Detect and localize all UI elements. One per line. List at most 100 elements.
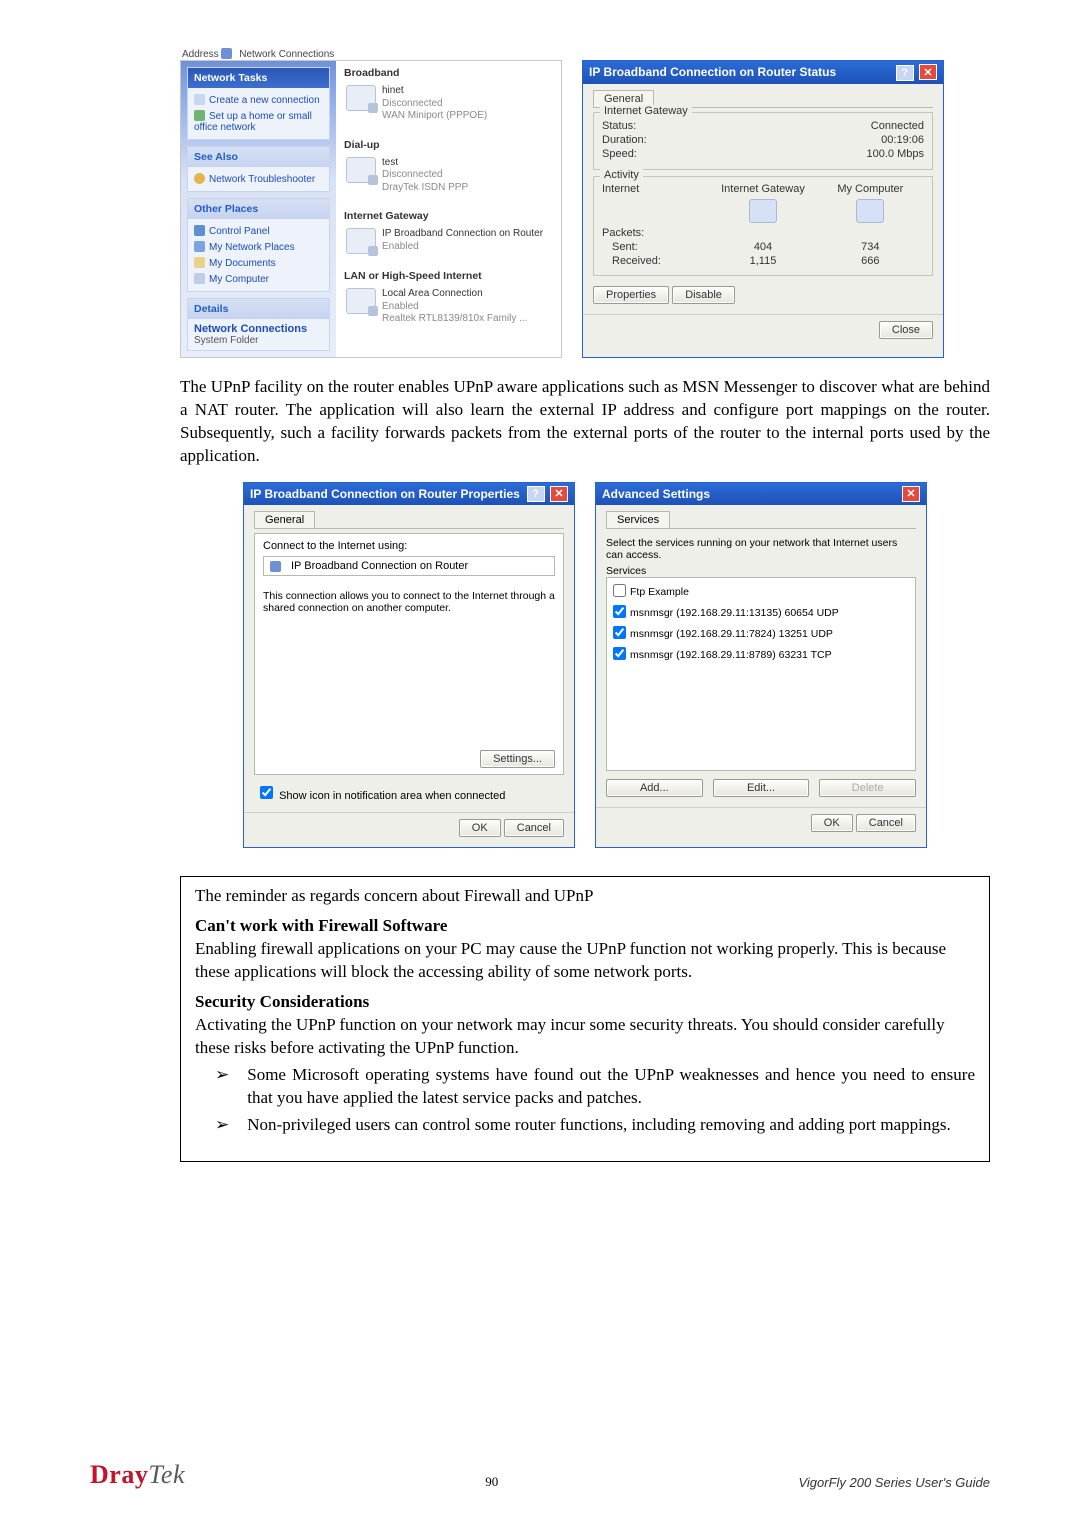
close-button[interactable]: Close: [879, 321, 933, 339]
close-icon[interactable]: ✕: [550, 486, 568, 502]
legend-ig: Internet Gateway: [600, 105, 692, 117]
group-internet-gateway: Internet Gateway Status:Connected Durati…: [593, 112, 933, 170]
recv-ig: 1,115: [709, 255, 816, 267]
group-activity: Activity Internet Internet Gateway My Co…: [593, 176, 933, 276]
netconn-icon: [221, 48, 232, 59]
sent-label: Sent:: [602, 241, 709, 253]
properties-button[interactable]: Properties: [593, 286, 669, 304]
close-icon[interactable]: ✕: [919, 64, 937, 80]
service-row[interactable]: msnmsgr (192.168.29.11:8789) 63231 TCP: [609, 643, 913, 664]
ok-button[interactable]: OK: [811, 814, 853, 832]
ok-button[interactable]: OK: [459, 819, 501, 837]
guide-name: VigorFly 200 Series User's Guide: [798, 1475, 990, 1490]
connection-icon: [346, 157, 376, 183]
service-row[interactable]: msnmsgr (192.168.29.11:7824) 13251 UDP: [609, 622, 913, 643]
sidebar-link-setup-network[interactable]: Set up a home or small office network: [194, 108, 323, 135]
sidebar-link-troubleshooter[interactable]: Network Troubleshooter: [194, 171, 323, 187]
group-lan: LAN or High-Speed Internet: [336, 264, 561, 284]
reminder-h2: Security Considerations: [195, 992, 975, 1012]
tab-services[interactable]: Services: [606, 511, 670, 528]
col-my: My Computer: [817, 183, 924, 195]
sidebar-link-my-documents[interactable]: My Documents: [194, 255, 323, 271]
upnp-description: The UPnP facility on the router enables …: [180, 376, 990, 468]
services-list-label: Services: [606, 565, 916, 577]
connection-icon: [346, 228, 376, 254]
cancel-button[interactable]: Cancel: [856, 814, 916, 832]
control-panel-icon: [194, 225, 205, 236]
help-icon[interactable]: ?: [896, 65, 914, 81]
sent-my: 734: [817, 241, 924, 253]
reminder-p1: Enabling firewall applications on your P…: [195, 938, 975, 984]
service-checkbox[interactable]: [613, 605, 626, 618]
close-icon[interactable]: ✕: [902, 486, 920, 502]
network-connections-window: Network Tasks Create a new connection Se…: [180, 60, 562, 358]
conn-item-test[interactable]: test Disconnected DrayTek ISDN PPP: [336, 153, 561, 205]
service-row[interactable]: msnmsgr (192.168.29.11:13135) 60654 UDP: [609, 601, 913, 622]
settings-button[interactable]: Settings...: [480, 750, 555, 768]
conn-state: Disconnected: [382, 169, 468, 182]
conn-device: Realtek RTL8139/810x Family ...: [382, 313, 527, 326]
connections-list: Broadband hinet Disconnected WAN Minipor…: [336, 61, 561, 357]
notification-checkbox[interactable]: [260, 786, 273, 799]
conn-device: DrayTek ISDN PPP: [382, 182, 468, 195]
properties-panel: Connect to the Internet using: IP Broadb…: [254, 533, 564, 775]
group-dialup: Dial-up: [336, 133, 561, 153]
conn-name: test: [382, 157, 468, 170]
group-internet-gateway: Internet Gateway: [336, 204, 561, 224]
bulb-icon: [194, 173, 205, 184]
brand-logo: DrayTek: [90, 1460, 185, 1490]
duration-label: Duration:: [602, 134, 647, 146]
dialog-title-text: IP Broadband Connection on Router Proper…: [250, 487, 520, 501]
sidebar-head-details: Details: [188, 299, 329, 319]
screenshot-properties-advanced: IP Broadband Connection on Router Proper…: [180, 482, 990, 849]
notification-checkbox-row[interactable]: Show icon in notification area when conn…: [254, 775, 564, 802]
service-checkbox[interactable]: [613, 584, 626, 597]
dialog-titlebar: IP Broadband Connection on Router Proper…: [244, 483, 574, 506]
sidebar-link-my-network-places[interactable]: My Network Places: [194, 239, 323, 255]
sidebar-head-other: Other Places: [188, 199, 329, 219]
reminder-h1: Can't work with Firewall Software: [195, 916, 975, 936]
conn-name: Local Area Connection: [382, 288, 527, 301]
address-bar: Address Network Connections: [182, 48, 334, 60]
dialog-title-text: Advanced Settings: [602, 487, 710, 501]
recv-my: 666: [817, 255, 924, 267]
service-row[interactable]: Ftp Example: [609, 580, 913, 601]
details-title: Network Connections: [194, 323, 323, 335]
status-value: Connected: [871, 120, 924, 132]
tab-general[interactable]: General: [254, 511, 315, 528]
sidebar-link-new-connection[interactable]: Create a new connection: [194, 92, 323, 108]
col-ig: Internet Gateway: [709, 183, 816, 195]
explorer-sidebar: Network Tasks Create a new connection Se…: [181, 61, 336, 357]
delete-button[interactable]: Delete: [819, 779, 916, 797]
details-sub: System Folder: [194, 335, 323, 346]
cancel-button[interactable]: Cancel: [504, 819, 564, 837]
bullet-icon: ➢: [215, 1064, 229, 1110]
help-icon[interactable]: ?: [527, 486, 545, 502]
advanced-settings-dialog: Advanced Settings ✕ Services Select the …: [595, 482, 927, 849]
sidebar-link-control-panel[interactable]: Control Panel: [194, 223, 323, 239]
conn-state: Disconnected: [382, 98, 487, 111]
conn-item-hinet[interactable]: hinet Disconnected WAN Miniport (PPPOE): [336, 81, 561, 133]
reminder-intro: The reminder as regards concern about Fi…: [195, 885, 975, 908]
legend-activity: Activity: [600, 169, 643, 181]
conn-item-lan[interactable]: Local Area Connection Enabled Realtek RT…: [336, 284, 561, 336]
pc-icon: [856, 199, 884, 223]
service-checkbox[interactable]: [613, 626, 626, 639]
computer-icon: [194, 273, 205, 284]
address-value: Network Connections: [239, 49, 334, 60]
sidebar-link-my-computer[interactable]: My Computer: [194, 271, 323, 287]
service-checkbox[interactable]: [613, 647, 626, 660]
services-listbox[interactable]: Ftp Example msnmsgr (192.168.29.11:13135…: [606, 577, 916, 771]
packets-label: Packets:: [602, 227, 709, 239]
add-button[interactable]: Add...: [606, 779, 703, 797]
conn-state: Enabled: [382, 301, 527, 314]
reminder-p2: Activating the UPnP function on your net…: [195, 1014, 975, 1060]
speed-label: Speed:: [602, 148, 637, 160]
edit-button[interactable]: Edit...: [713, 779, 810, 797]
services-blurb: Select the services running on your netw…: [606, 533, 916, 565]
disable-button[interactable]: Disable: [672, 286, 735, 304]
conn-item-ig[interactable]: IP Broadband Connection on Router Enable…: [336, 224, 561, 264]
recv-label: Received:: [602, 255, 709, 267]
conn-name: IP Broadband Connection on Router: [382, 228, 543, 241]
status-dialog: IP Broadband Connection on Router Status…: [582, 60, 944, 358]
